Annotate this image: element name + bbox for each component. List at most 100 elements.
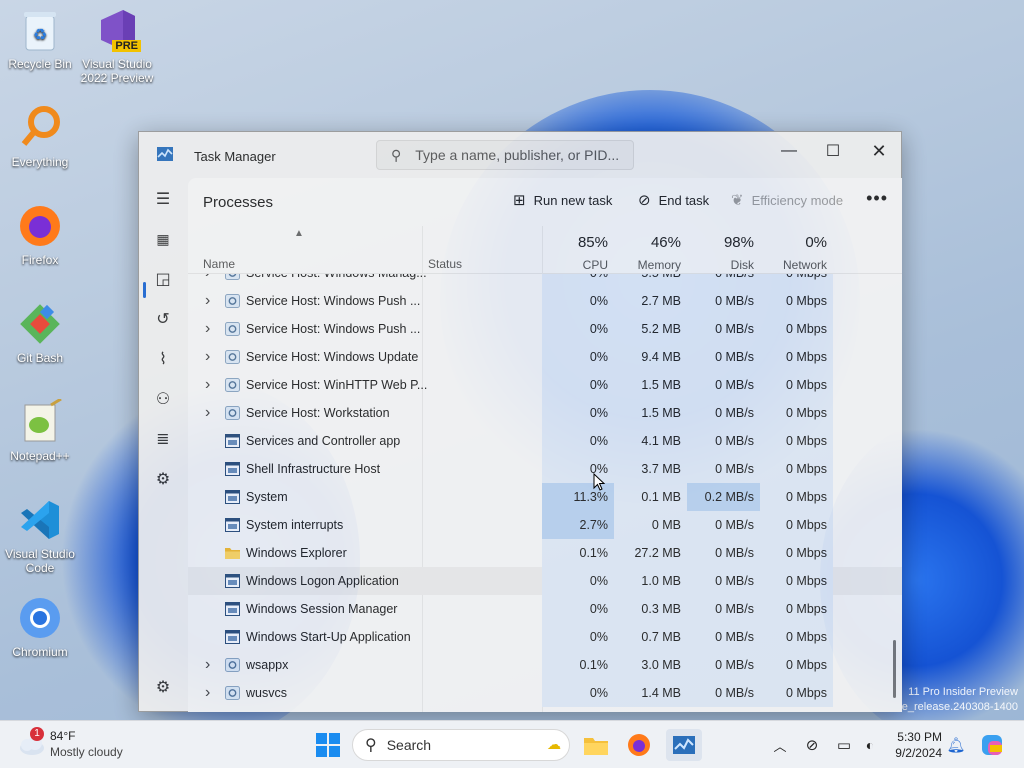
svg-text:♻: ♻ [33,27,47,44]
process-row[interactable]: 0% 0.7 MB 0 MB/s 0 Mbps Windows Start-Up App… [188,623,902,651]
column-header-name[interactable]: Name [203,257,235,271]
file-explorer-taskbar-button[interactable] [580,729,612,761]
hamburger-menu-icon[interactable]: ☰ [147,184,179,214]
desktop-icon-label: Git Bash [16,351,64,365]
expand-chevron-icon[interactable]: › [205,371,210,399]
desktop-icon-visual-studio-preview[interactable]: PRE Visual Studio 2022 Preview [77,6,157,85]
column-header-memory[interactable]: 46% Memory [614,226,687,274]
clock[interactable]: 5:30 PM 9/2/2024 [890,729,942,761]
expand-chevron-icon[interactable]: › [205,651,210,679]
firefox-taskbar-button[interactable] [623,729,655,761]
process-disk-cell: 0 MB/s [687,287,760,315]
app-window-icon [225,518,240,532]
desktop-icon-chromium[interactable]: Chromium [0,594,80,659]
disk-total: 98% [723,234,754,251]
title-bar[interactable]: Task Manager ⚲ Type a name, publisher, o… [139,132,901,178]
cpu-label: CPU [582,258,608,272]
process-row[interactable]: 0% 0.3 MB 0 MB/s 0 Mbps Windows Session Mana… [188,595,902,623]
nav-services-icon[interactable]: ⚙ [147,464,179,494]
process-search-input[interactable]: ⚲ Type a name, publisher, or PID... [376,140,634,170]
process-row[interactable]: 0% 1.4 MB 0 MB/s 0 Mbps › wusvcs [188,679,902,707]
process-name: Service Host: Workstation [246,406,390,420]
desktop-icon-notepad-plus-plus[interactable]: Notepad++ [0,398,80,463]
nav-settings-icon[interactable]: ⚙ [147,672,179,702]
efficiency-mode-button[interactable]: ❦ Efficiency mode [731,191,843,209]
process-network-cell: 0 Mbps [760,511,833,539]
nav-app-history-icon[interactable]: ↺ [147,304,179,334]
process-memory-cell: 5.5 MB [614,274,687,287]
process-row[interactable]: 0% 2.7 MB 0 MB/s 0 Mbps › Service Host: Windo… [188,287,902,315]
maximize-button[interactable]: ☐ [811,138,855,164]
process-row[interactable]: 11.3% 0.1 MB 0.2 MB/s 0 Mbps System [188,483,902,511]
process-network-cell: 0 Mbps [760,287,833,315]
process-row[interactable]: 0% 4.1 MB 0 MB/s 0 Mbps Services and Control… [188,427,902,455]
process-memory-cell: 0.7 MB [614,623,687,651]
volume-icon[interactable]: ◐ [858,729,882,761]
end-task-button[interactable]: ⊘ End task [638,191,709,209]
cpu-total: 85% [577,234,608,251]
app-window-icon [225,630,240,644]
column-header-status[interactable]: Status [428,257,462,271]
process-row[interactable]: 0% 1.0 MB 0 MB/s 0 Mbps Windows Logon Applic… [188,567,902,595]
weather-description: Mostly cloudy [50,745,123,759]
network-label: Network [782,258,827,272]
expand-chevron-icon[interactable]: › [205,399,210,427]
nav-users-icon[interactable]: ⚇ [147,384,179,414]
weather-widget[interactable]: 1 [14,727,48,761]
service-gear-icon [225,350,240,364]
column-header-cpu[interactable]: 85% CPU [542,226,614,274]
nav-processes-icon[interactable]: ▦ [147,224,179,254]
process-row[interactable]: 0% 1.5 MB 0 MB/s 0 Mbps › Service Host: WinHT… [188,371,902,399]
process-name: Service Host: WinHTTP Web P... [246,378,428,392]
more-options-icon[interactable]: ••• [866,188,888,209]
desktop-icon-git-bash[interactable]: Git Bash [0,300,80,365]
nav-details-icon[interactable]: ≣ [147,424,179,454]
process-row[interactable]: 0% 5.2 MB 0 MB/s 0 Mbps › Service Host: Windo… [188,315,902,343]
process-row[interactable]: 0%5.5 MB0 MB/s0 Mbps › Service Host: Windo… [188,274,902,287]
expand-chevron-icon[interactable]: › [205,343,210,371]
copilot-icon [982,735,1002,755]
process-row[interactable]: 0.1% 27.2 MB 0 MB/s 0 Mbps Windows Explorer [188,539,902,567]
expand-chevron-icon[interactable]: › [205,315,210,343]
desktop-icon-recycle-bin[interactable]: ♻ Recycle Bin [0,6,80,71]
column-header-disk[interactable]: 98% Disk [687,226,760,274]
process-memory-cell: 1.4 MB [614,679,687,707]
nav-performance-icon[interactable]: ◲ [147,264,179,294]
start-button[interactable] [312,729,344,761]
process-cpu-cell: 0.1% [542,651,614,679]
minimize-button[interactable]: — [767,138,811,164]
taskbar-search-box[interactable]: ⚲ Search ☁ [352,729,570,761]
task-manager-window: Task Manager ⚲ Type a name, publisher, o… [138,131,902,712]
notification-bell-icon[interactable]: 🔔︎ [946,729,966,761]
desktop-icon-label: Notepad++ [10,449,70,463]
task-manager-taskbar-button[interactable] [666,729,702,761]
process-row[interactable]: 0% 3.7 MB 0 MB/s 0 Mbps Shell Infrastructure… [188,455,902,483]
desktop-icon-vscode[interactable]: Visual Studio Code [0,496,80,575]
process-disk-cell: 0 MB/s [687,511,760,539]
desktop-icon-everything[interactable]: Everything [0,104,80,169]
desktop-icon-firefox[interactable]: Firefox [0,202,80,267]
process-memory-cell: 2.7 MB [614,287,687,315]
nav-startup-apps-icon[interactable]: ⌇ [147,344,179,374]
process-name: Windows Explorer [246,546,347,560]
search-icon: ⚲ [365,737,377,754]
process-row[interactable]: 2.7% 0 MB 0 MB/s 0 Mbps System interrupts [188,511,902,539]
process-row[interactable]: 0% 9.4 MB 0 MB/s 0 Mbps › Service Host: Windo… [188,343,902,371]
network-icon[interactable]: ⊘ [800,729,824,761]
expand-chevron-icon[interactable]: › [205,679,210,707]
display-icon[interactable]: ▭ [832,729,856,761]
process-network-cell: 0 Mbps [760,567,833,595]
column-header-network[interactable]: 0% Network [760,226,833,274]
process-disk-cell: 0 MB/s [687,343,760,371]
service-gear-icon [225,658,240,672]
close-button[interactable]: ✕ [857,138,901,164]
process-row[interactable]: 0.1% 3.0 MB 0 MB/s 0 Mbps › wsappx [188,651,902,679]
expand-chevron-icon[interactable]: › [205,274,210,287]
copilot-button[interactable] [978,729,1006,761]
vertical-scrollbar[interactable] [893,640,896,698]
expand-chevron-icon[interactable]: › [205,287,210,315]
memory-total: 46% [650,234,681,251]
show-hidden-icons-chevron-icon[interactable]: ︿ [770,729,790,761]
run-new-task-button[interactable]: ⊞ Run new task [513,191,612,209]
process-row[interactable]: 0% 1.5 MB 0 MB/s 0 Mbps › Service Host: Works… [188,399,902,427]
